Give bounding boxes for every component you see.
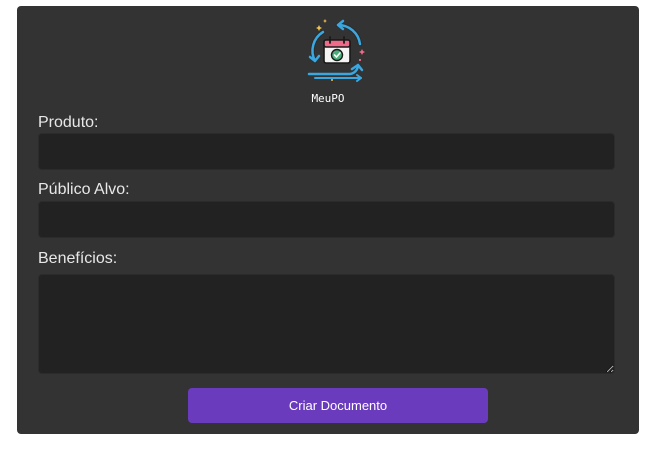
audience-input[interactable] <box>38 201 615 238</box>
audience-label: Público Alvo: <box>38 181 130 198</box>
product-input[interactable] <box>38 133 615 170</box>
benefits-textarea[interactable] <box>38 274 615 374</box>
create-document-button[interactable]: Criar Documento <box>188 388 488 423</box>
calendar-cycle-icon <box>307 19 365 82</box>
product-label: Produto: <box>38 114 99 131</box>
app-logo: MeuPO <box>17 18 639 108</box>
benefits-label: Benefícios: <box>38 250 118 267</box>
app-name: MeuPO <box>311 92 345 105</box>
form-card: MeuPO Produto: Público Alvo: Benefícios:… <box>17 6 639 434</box>
